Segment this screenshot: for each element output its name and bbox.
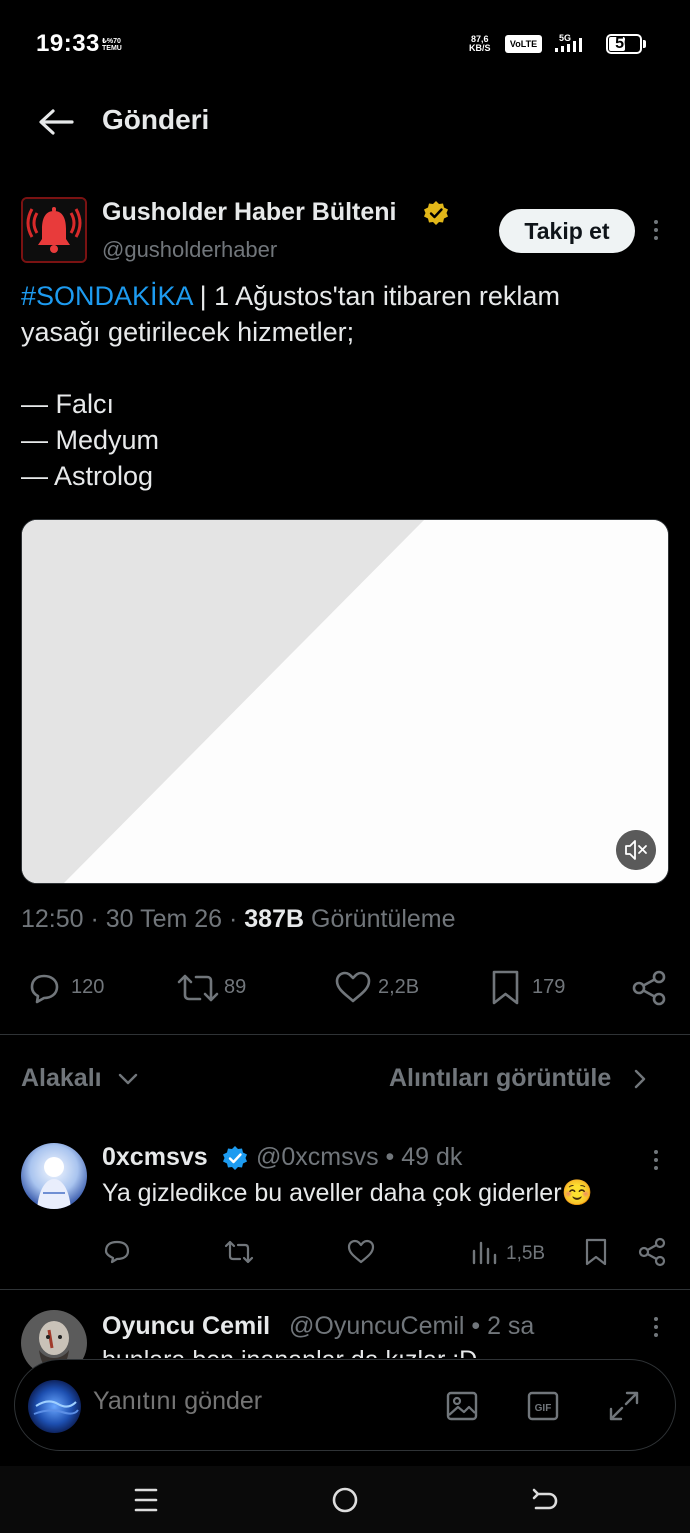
home-icon[interactable]	[329, 1484, 361, 1516]
expand-icon[interactable]	[606, 1388, 642, 1424]
reply-input[interactable]	[93, 1387, 413, 1416]
recent-apps-icon[interactable]	[130, 1484, 162, 1516]
post-list-item: — Astrolog	[21, 461, 154, 491]
repost-button[interactable]: 89	[176, 968, 266, 1008]
like-button[interactable]: 2,2B	[333, 968, 433, 1008]
status-bar: 19:33 ₺%70 TEMU 87,6 KB/S VoLTE 5G 50	[0, 0, 690, 90]
avatar-image	[28, 1380, 81, 1433]
status-time: 19:33	[36, 30, 100, 57]
top-app-bar: Gönderi	[0, 90, 690, 180]
reply-like-button[interactable]	[346, 1237, 376, 1272]
bookmark-icon	[492, 970, 519, 1005]
share-icon	[632, 970, 666, 1006]
back-arrow-icon[interactable]	[36, 107, 76, 137]
author-avatar[interactable]	[21, 197, 87, 263]
post-blank-line	[21, 350, 661, 386]
repost-icon	[177, 974, 219, 1002]
alarm-bell-icon	[23, 199, 85, 261]
reply-author-name[interactable]: Oyuncu Cemil	[102, 1312, 270, 1341]
bookmark-icon	[585, 1238, 607, 1266]
battery-icon: 50	[606, 34, 642, 54]
reply-sort-bar: Alakalı Alıntıları görüntüle	[0, 1050, 690, 1110]
reply-icon	[104, 1240, 130, 1264]
chevron-down-icon	[118, 1074, 137, 1085]
like-count: 2,2B	[378, 976, 420, 998]
post-actions: 120 89 2,2B 179	[0, 960, 690, 1016]
reply-author-name[interactable]: 0xcmsvs	[102, 1143, 208, 1172]
reply-composer: GIF	[14, 1359, 676, 1451]
mute-icon[interactable]	[616, 830, 656, 870]
post-video[interactable]	[21, 519, 669, 884]
reply-avatar[interactable]	[21, 1143, 87, 1209]
status-notification-text: ₺%70 TEMU	[102, 38, 122, 52]
hashtag-link[interactable]: #SONDAKİKA	[21, 281, 192, 311]
verified-badge-icon	[223, 1146, 247, 1170]
post-line-2: yasağı getirilecek hizmetler;	[21, 317, 355, 347]
post-meta: 12:50 · 30 Tem 26 · 387B Görüntüleme	[21, 905, 456, 934]
post-body: #SONDAKİKA | 1 Ağustos'tan itibaren rekl…	[21, 278, 661, 494]
post-more-icon[interactable]	[653, 220, 659, 244]
reply-text: Ya gizledikce bu aveller daha çok giderl…	[102, 1179, 593, 1207]
author-name[interactable]: Gusholder Haber Bülteni	[102, 198, 396, 227]
heart-icon	[347, 1239, 375, 1264]
share-button[interactable]	[630, 968, 670, 1008]
post-list-item: — Falcı	[21, 389, 115, 419]
chevron-right-icon	[634, 1070, 646, 1089]
reply-share-button[interactable]	[638, 1237, 668, 1272]
view-quotes-link[interactable]: Alıntıları görüntüle	[389, 1064, 648, 1093]
reply-repost-button[interactable]	[223, 1237, 255, 1272]
reply-button[interactable]: 120	[24, 968, 114, 1008]
reply-bookmark-button[interactable]	[583, 1237, 609, 1272]
views-chart-icon	[472, 1241, 497, 1265]
repost-count: 89	[224, 976, 247, 998]
verified-badge-icon	[424, 201, 448, 225]
battery-tip	[643, 40, 646, 48]
share-icon	[638, 1237, 666, 1267]
user-avatar[interactable]	[28, 1380, 81, 1433]
volte-badge: VoLTE	[505, 35, 542, 53]
reply-views-count: 1,5B	[506, 1243, 546, 1264]
reply-more-icon[interactable]	[653, 1150, 659, 1174]
post-timestamp: 12:50 · 30 Tem 26 ·	[21, 905, 245, 933]
heart-icon	[335, 971, 371, 1003]
follow-button[interactable]: Takip et	[499, 209, 635, 253]
gif-icon[interactable]: GIF	[525, 1388, 561, 1424]
svg-text:5G: 5G	[559, 33, 571, 43]
author-handle[interactable]: @gusholderhaber	[102, 237, 277, 263]
views-count: 387B	[244, 905, 305, 933]
bookmark-count: 179	[532, 976, 566, 998]
reply-actions: 1,5B	[0, 1237, 690, 1277]
divider	[0, 1034, 690, 1035]
divider	[0, 1289, 690, 1290]
reply-icon	[30, 974, 59, 1004]
bookmark-button[interactable]: 179	[490, 968, 580, 1008]
post-list-item: — Medyum	[21, 425, 160, 455]
video-frame	[22, 520, 668, 883]
page-title: Gönderi	[102, 104, 210, 135]
repost-icon	[224, 1240, 254, 1264]
svg-text:GIF: GIF	[535, 1403, 552, 1414]
back-nav-icon[interactable]	[528, 1484, 560, 1516]
reply-count: 120	[71, 976, 105, 998]
reply-more-icon[interactable]	[653, 1317, 659, 1341]
network-speed: 87,6 KB/S	[469, 34, 491, 53]
system-nav-bar	[0, 1466, 690, 1533]
reply-handle[interactable]: @OyuncuCemil • 2 sa	[289, 1312, 534, 1341]
reply-reply-button[interactable]	[102, 1237, 132, 1272]
sort-dropdown[interactable]: Alakalı	[21, 1064, 139, 1093]
reply-handle[interactable]: @0xcmsvs • 49 dk	[256, 1143, 462, 1172]
reply-views-button[interactable]: 1,5B	[470, 1237, 550, 1272]
avatar-image	[21, 1143, 87, 1209]
post-line-1: #SONDAKİKA | 1 Ağustos'tan itibaren rekl…	[21, 281, 560, 311]
views-label: Görüntüleme	[304, 905, 456, 933]
signal-icon: 5G	[555, 33, 582, 52]
reply-text: bunlara ben inananlar da kızlar :D	[102, 1346, 477, 1358]
image-icon[interactable]	[444, 1388, 480, 1424]
